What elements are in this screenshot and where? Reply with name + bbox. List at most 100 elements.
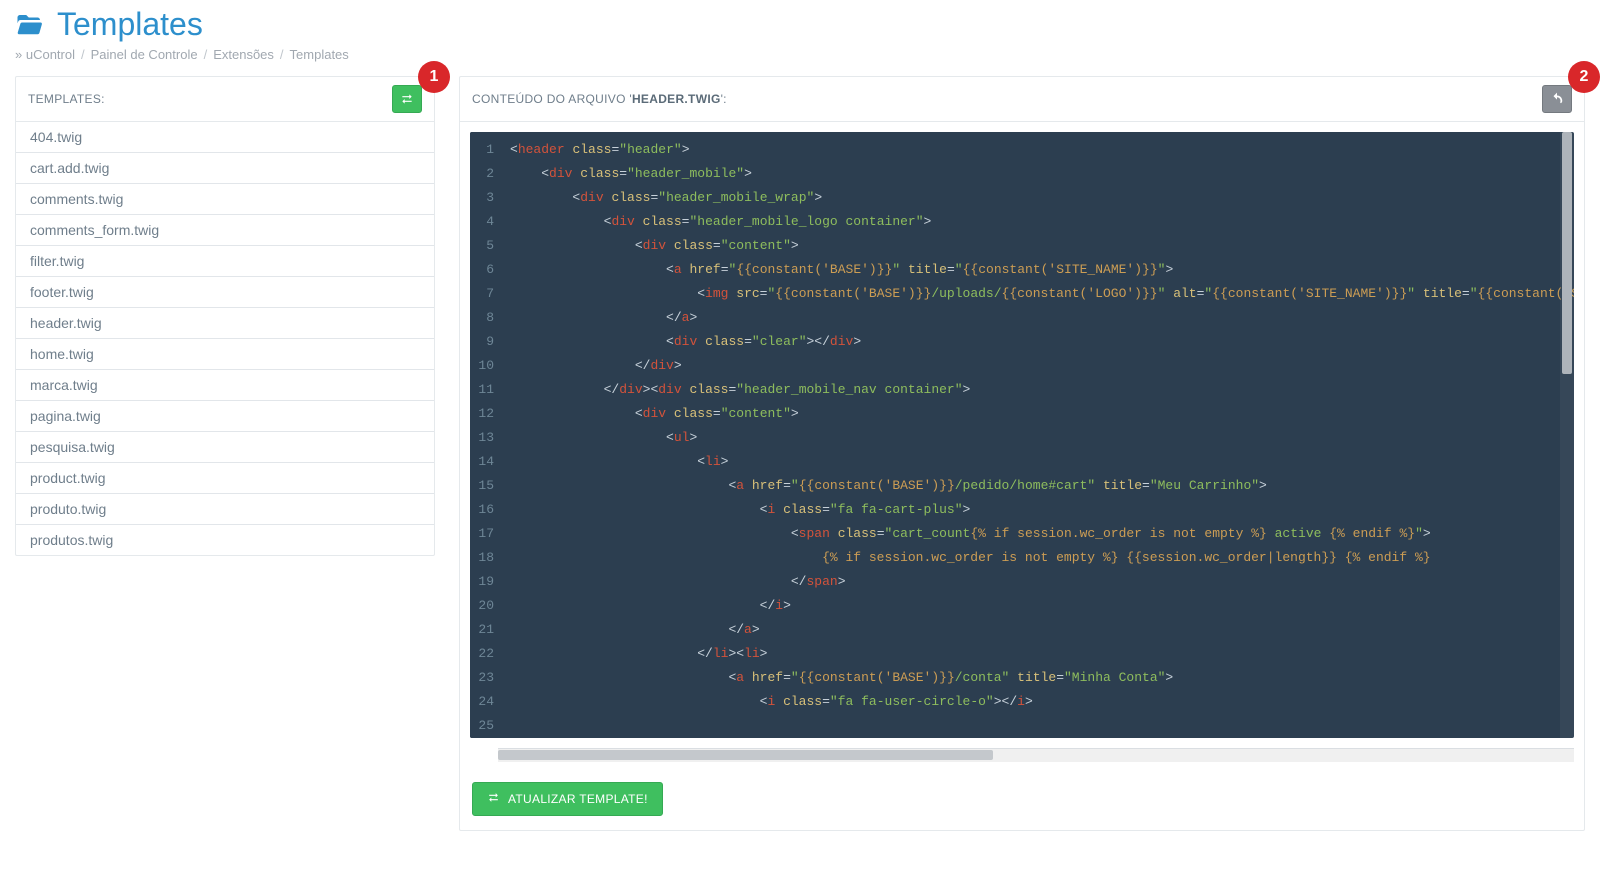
template-file-link[interactable]: home.twig bbox=[16, 339, 434, 369]
exchange-icon bbox=[400, 92, 414, 106]
breadcrumb-sep: / bbox=[274, 47, 290, 62]
line-number: 23 bbox=[470, 666, 494, 690]
editor-header-prefix: Conteúdo do arquivo ' bbox=[472, 92, 632, 106]
editor-vertical-scrollbar[interactable] bbox=[1560, 132, 1574, 738]
template-file-link[interactable]: produto.twig bbox=[16, 494, 434, 524]
breadcrumb-current: Templates bbox=[290, 47, 349, 62]
editor-panel-header: Conteúdo do arquivo 'HEADER.TWIG': bbox=[460, 77, 1584, 122]
line-number: 13 bbox=[470, 426, 494, 450]
breadcrumb-item[interactable]: Painel de Controle bbox=[91, 47, 198, 62]
template-file-item: marca.twig bbox=[16, 370, 434, 401]
template-file-item: produtos.twig bbox=[16, 525, 434, 555]
template-file-link[interactable]: pagina.twig bbox=[16, 401, 434, 431]
breadcrumb-prefix: » bbox=[15, 47, 26, 62]
template-file-link[interactable]: filter.twig bbox=[16, 246, 434, 276]
code-line: <ul> bbox=[510, 426, 1574, 450]
page-title: Templates bbox=[57, 6, 203, 43]
line-number: 14 bbox=[470, 450, 494, 474]
code-line bbox=[510, 714, 1574, 738]
code-line: <a href="{{constant('BASE')}}/pedido/hom… bbox=[510, 474, 1574, 498]
breadcrumb: » uControl/Painel de Controle/Extensões/… bbox=[15, 43, 1585, 76]
code-line: <a href="{{constant('BASE')}}/conta" tit… bbox=[510, 666, 1574, 690]
page-root: Templates » uControl/Painel de Controle/… bbox=[0, 0, 1600, 851]
breadcrumb-sep: / bbox=[75, 47, 91, 62]
undo-icon bbox=[1550, 92, 1564, 106]
editor-header-filename: HEADER.TWIG bbox=[632, 92, 721, 106]
code-line: </a> bbox=[510, 306, 1574, 330]
template-file-item: pagina.twig bbox=[16, 401, 434, 432]
line-number: 25 bbox=[470, 714, 494, 738]
line-gutter: 1234567891011121314151617181920212223242… bbox=[470, 132, 500, 738]
breadcrumb-sep: / bbox=[198, 47, 214, 62]
code-line: <a href="{{constant('BASE')}}" title="{{… bbox=[510, 258, 1574, 282]
line-number: 16 bbox=[470, 498, 494, 522]
editor-horizontal-scrollbar[interactable] bbox=[498, 748, 1574, 762]
code-line: <i class="fa fa-cart-plus"> bbox=[510, 498, 1574, 522]
code-line: </div><div class="header_mobile_nav cont… bbox=[510, 378, 1574, 402]
template-file-link[interactable]: cart.add.twig bbox=[16, 153, 434, 183]
line-number: 12 bbox=[470, 402, 494, 426]
title-row: Templates bbox=[15, 0, 1585, 43]
code-line: <div class="header_mobile_wrap"> bbox=[510, 186, 1574, 210]
folder-open-icon bbox=[15, 10, 45, 40]
template-file-item: comments_form.twig bbox=[16, 215, 434, 246]
line-number: 22 bbox=[470, 642, 494, 666]
template-file-link[interactable]: pesquisa.twig bbox=[16, 432, 434, 462]
update-template-button[interactable]: ATUALIZAR TEMPLATE! bbox=[472, 782, 663, 816]
code-line: <div class="content"> bbox=[510, 402, 1574, 426]
code-line: {% if session.wc_order is not empty %} {… bbox=[510, 546, 1574, 570]
template-file-link[interactable]: footer.twig bbox=[16, 277, 434, 307]
code-editor[interactable]: 1234567891011121314151617181920212223242… bbox=[470, 132, 1574, 738]
template-file-link[interactable]: comments.twig bbox=[16, 184, 434, 214]
code-line: </li><li> bbox=[510, 642, 1574, 666]
breadcrumb-item[interactable]: uControl bbox=[26, 47, 75, 62]
template-file-link[interactable]: 404.twig bbox=[16, 122, 434, 152]
template-file-link[interactable]: product.twig bbox=[16, 463, 434, 493]
code-line: <div class="clear"></div> bbox=[510, 330, 1574, 354]
callout-badge-2: 2 bbox=[1568, 61, 1600, 93]
line-number: 17 bbox=[470, 522, 494, 546]
callout-badge-1: 1 bbox=[418, 61, 450, 93]
line-number: 6 bbox=[470, 258, 494, 282]
line-number: 21 bbox=[470, 618, 494, 642]
line-number: 24 bbox=[470, 690, 494, 714]
template-file-link[interactable]: marca.twig bbox=[16, 370, 434, 400]
code-line: <img src="{{constant('BASE')}}/uploads/{… bbox=[510, 282, 1574, 306]
template-file-item: home.twig bbox=[16, 339, 434, 370]
template-file-item: product.twig bbox=[16, 463, 434, 494]
update-template-label: ATUALIZAR TEMPLATE! bbox=[508, 792, 648, 806]
templates-panel-label: Templates: bbox=[28, 92, 105, 106]
code-line: </div> bbox=[510, 354, 1574, 378]
template-file-link[interactable]: header.twig bbox=[16, 308, 434, 338]
line-number: 18 bbox=[470, 546, 494, 570]
editor-panel-footer: ATUALIZAR TEMPLATE! bbox=[460, 772, 1584, 830]
template-file-link[interactable]: comments_form.twig bbox=[16, 215, 434, 245]
code-line: <i class="fa fa-user-circle-o"></i> bbox=[510, 690, 1574, 714]
line-number: 1 bbox=[470, 138, 494, 162]
line-number: 2 bbox=[470, 162, 494, 186]
code-line: <span class="cart_count{% if session.wc_… bbox=[510, 522, 1574, 546]
breadcrumb-item[interactable]: Extensões bbox=[213, 47, 274, 62]
line-number: 3 bbox=[470, 186, 494, 210]
content-row: 1 Templates: 404.twigcart.add.twigcommen… bbox=[15, 76, 1585, 831]
code-line: <div class="header_mobile"> bbox=[510, 162, 1574, 186]
template-file-item: produto.twig bbox=[16, 494, 434, 525]
line-number: 5 bbox=[470, 234, 494, 258]
line-number: 4 bbox=[470, 210, 494, 234]
refresh-button[interactable] bbox=[392, 85, 422, 113]
template-file-link[interactable]: produtos.twig bbox=[16, 525, 434, 555]
exchange-icon bbox=[487, 791, 500, 807]
scrollbar-thumb[interactable] bbox=[498, 750, 993, 760]
line-number: 11 bbox=[470, 378, 494, 402]
code-line: <div class="header_mobile_logo container… bbox=[510, 210, 1574, 234]
code-area[interactable]: <header class="header"> <div class="head… bbox=[500, 132, 1574, 738]
line-number: 15 bbox=[470, 474, 494, 498]
scrollbar-thumb[interactable] bbox=[1562, 132, 1572, 374]
template-file-item: 404.twig bbox=[16, 122, 434, 153]
undo-button[interactable] bbox=[1542, 85, 1572, 113]
line-number: 8 bbox=[470, 306, 494, 330]
code-line: </a> bbox=[510, 618, 1574, 642]
template-file-item: header.twig bbox=[16, 308, 434, 339]
line-number: 19 bbox=[470, 570, 494, 594]
line-number: 20 bbox=[470, 594, 494, 618]
